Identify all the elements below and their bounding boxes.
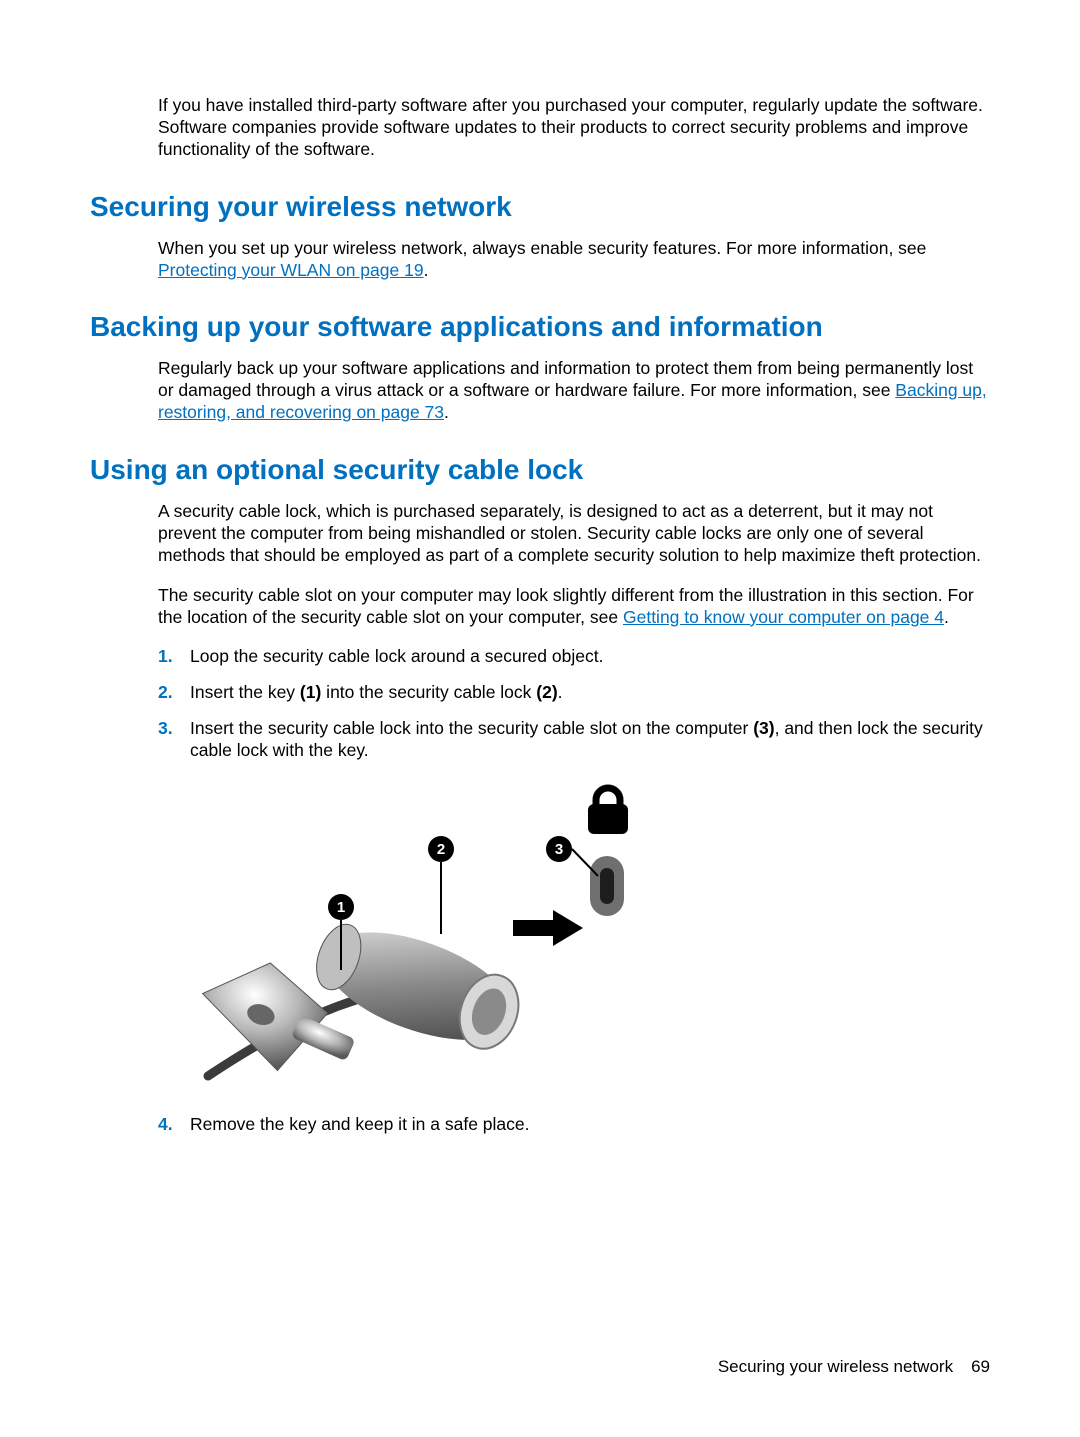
sec2-text-post: . — [444, 402, 449, 422]
sec2-text-pre: Regularly back up your software applicat… — [158, 358, 973, 400]
link-protecting-wlan[interactable]: Protecting your WLAN on page 19 — [158, 260, 424, 280]
steps-list: Loop the security cable lock around a se… — [158, 646, 990, 762]
sec2-paragraph: Regularly back up your software applicat… — [158, 358, 990, 424]
security-lock-illustration: 1 2 3 — [158, 776, 678, 1096]
step-2-callout-1: (1) — [300, 682, 321, 702]
callout-3-label: 3 — [555, 841, 563, 858]
step-3-callout-3: (3) — [753, 718, 774, 738]
step-3: Insert the security cable lock into the … — [158, 718, 990, 762]
step-4: Remove the key and keep it in a safe pla… — [158, 1114, 990, 1136]
sec1-text-pre: When you set up your wireless network, a… — [158, 238, 926, 258]
footer-section-title: Securing your wireless network — [718, 1357, 953, 1376]
cable-slot-icon — [590, 856, 624, 916]
step-2: Insert the key (1) into the security cab… — [158, 682, 990, 704]
link-getting-to-know[interactable]: Getting to know your computer on page 4 — [623, 607, 944, 627]
arrow-icon — [513, 910, 583, 946]
lock-illustration-svg: 1 2 3 — [158, 776, 678, 1096]
sec3-para2: The security cable slot on your computer… — [158, 585, 990, 629]
padlock-icon — [588, 788, 628, 834]
step-2-text-d: . — [558, 682, 563, 702]
step-1-text: Loop the security cable lock around a se… — [190, 646, 603, 666]
intro-paragraph: If you have installed third-party softwa… — [158, 95, 990, 161]
heading-security-cable-lock: Using an optional security cable lock — [90, 452, 990, 487]
callout-2-label: 2 — [437, 841, 445, 858]
callout-2: 2 — [428, 836, 454, 934]
step-3-text-a: Insert the security cable lock into the … — [190, 718, 753, 738]
heading-securing-wireless: Securing your wireless network — [90, 189, 990, 224]
sec3-para2-post: . — [944, 607, 949, 627]
step-2-text-a: Insert the key — [190, 682, 300, 702]
heading-backing-up: Backing up your software applications an… — [90, 309, 990, 344]
step-4-text: Remove the key and keep it in a safe pla… — [190, 1114, 530, 1134]
page-footer: Securing your wireless network 69 — [718, 1356, 990, 1377]
step-1: Loop the security cable lock around a se… — [158, 646, 990, 668]
sec1-text-post: . — [424, 260, 429, 280]
page-number: 69 — [971, 1357, 990, 1376]
step-2-callout-2: (2) — [536, 682, 557, 702]
callout-1-label: 1 — [337, 899, 345, 916]
sec1-paragraph: When you set up your wireless network, a… — [158, 238, 990, 282]
sec3-para1: A security cable lock, which is purchase… — [158, 501, 990, 567]
step-2-text-c: into the security cable lock — [321, 682, 536, 702]
callout-3: 3 — [546, 836, 598, 876]
steps-list-continued: Remove the key and keep it in a safe pla… — [158, 1114, 990, 1136]
